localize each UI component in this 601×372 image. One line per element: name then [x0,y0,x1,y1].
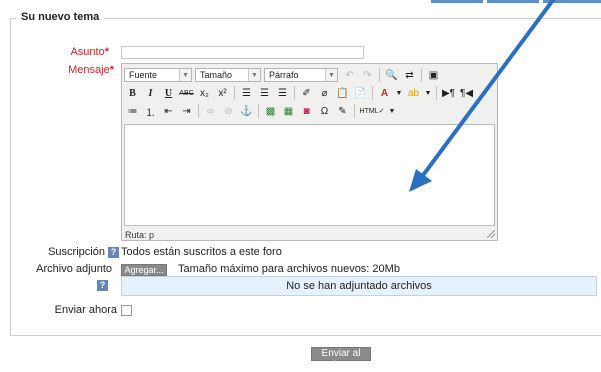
help-icon[interactable]: ? [108,246,119,258]
toolbar-row-1: Fuente ▼ Tamaño ▼ Párrafo ▼ ↶ ↷ 🔍 ⇄ ▣ [124,66,443,84]
align-center-icon[interactable]: ☰ [256,85,273,101]
post-to-forum-button[interactable]: Enviar al foro [311,347,371,371]
html-spellcheck-icon[interactable]: HTML✓ [358,103,386,119]
size-dropdown-label: Tamaño [200,70,233,80]
attached-files-box[interactable]: No se han adjuntado archivos [121,276,597,296]
attachment-help-row: ? [20,279,108,291]
special-char-icon[interactable]: Ω [316,103,333,119]
replace-icon[interactable]: ⇄ [401,67,418,83]
help-icon[interactable]: ? [97,279,108,291]
superscript-button[interactable]: x² [214,85,231,101]
subscript-button[interactable]: x₂ [196,85,213,101]
required-mark: * [109,64,114,76]
chevron-down-icon: ▼ [325,69,337,81]
toolbar-separator [372,86,373,100]
undo-icon[interactable]: ↶ [341,67,358,83]
cleanup-icon[interactable]: ✐ [298,85,315,101]
toolbar-separator [234,86,235,100]
fullscreen-icon[interactable]: ▣ [425,67,442,83]
paragraph-dropdown[interactable]: Párrafo ▼ [264,68,338,82]
rtl-icon[interactable]: ¶◀ [458,85,475,101]
underline-button[interactable]: U [160,85,177,101]
background-color-icon[interactable]: ab [405,85,422,101]
remove-format-icon[interactable]: ⌀ [316,85,333,101]
max-file-size-text: Tamaño máximo para archivos nuevos: 20Mb [178,263,400,275]
toolbar-row-2: B I U ABC x₂ x² ☰ ☰ ☰ ✐ ⌀ 📋 📄 A ▼ ab ▼ ▶… [124,84,476,102]
message-label-text: Mensaje [68,64,110,76]
bold-button[interactable]: B [124,85,141,101]
subject-label-text: Asunto [70,46,105,58]
subject-label: Asunto* [40,46,109,58]
strikethrough-button[interactable]: ABC [178,85,195,101]
add-file-button[interactable]: Agregar... [121,264,167,276]
chevron-down-icon[interactable]: ▼ [423,85,433,101]
paste-text-icon[interactable]: 📋 [334,85,351,101]
subscription-text: Todos están suscritos a este foro [121,246,282,258]
message-label: Mensaje* [40,64,114,76]
resize-grip-icon[interactable] [487,230,495,238]
top-tab[interactable] [487,0,539,3]
toolbar-separator [354,104,355,118]
toolbar-separator [198,104,199,118]
toolbar-row-3: ≔ ⒈ ⇤ ⇥ ∞ ⊘ ⚓ ▩ ▦ ◙ Ω ✎ HTML✓ ▼ [124,102,398,120]
editor-content-area[interactable] [124,124,495,226]
edit-icon[interactable]: ✎ [334,103,351,119]
size-dropdown[interactable]: Tamaño ▼ [195,68,261,82]
subscription-label: Suscripción [48,246,105,258]
italic-button[interactable]: I [142,85,159,101]
embed-icon[interactable]: ◙ [298,103,315,119]
paste-word-icon[interactable]: 📄 [352,85,369,101]
font-dropdown-label: Fuente [129,70,158,80]
send-now-checkbox[interactable] [121,305,132,316]
toolbar-separator [436,86,437,100]
toolbar-separator [421,68,422,82]
subscription-label-row: Suscripción ? [20,246,119,258]
editor-path: Ruta: p [125,230,155,240]
link-icon[interactable]: ∞ [202,103,219,119]
top-tab[interactable] [543,0,601,3]
outdent-icon[interactable]: ⇤ [160,103,177,119]
align-left-icon[interactable]: ☰ [238,85,255,101]
font-dropdown[interactable]: Fuente ▼ [124,68,192,82]
no-files-text: No se han adjuntado archivos [286,280,432,292]
anchor-icon[interactable]: ⚓ [238,103,255,119]
numbered-list-icon[interactable]: ⒈ [142,103,159,119]
find-icon[interactable]: 🔍 [383,67,400,83]
required-mark: * [104,46,109,58]
toolbar-separator [258,104,259,118]
unlink-icon[interactable]: ⊘ [220,103,237,119]
paragraph-dropdown-label: Párrafo [269,70,299,80]
attachment-label: Archivo adjunto [36,263,112,275]
align-right-icon[interactable]: ☰ [274,85,291,101]
indent-icon[interactable]: ⇥ [178,103,195,119]
top-tab[interactable] [431,0,483,3]
fieldset-legend: Su nuevo tema [16,11,105,23]
redo-icon[interactable]: ↷ [359,67,376,83]
toolbar-separator [379,68,380,82]
ltr-icon[interactable]: ▶¶ [440,85,457,101]
media-icon[interactable]: ▦ [280,103,297,119]
chevron-down-icon[interactable]: ▼ [387,103,397,119]
subject-input[interactable] [121,46,364,59]
send-now-label: Enviar ahora [54,304,117,316]
chevron-down-icon: ▼ [248,69,260,81]
chevron-down-icon: ▼ [179,69,191,81]
toolbar-separator [294,86,295,100]
bullet-list-icon[interactable]: ≔ [124,103,141,119]
text-color-icon[interactable]: A [376,85,393,101]
image-icon[interactable]: ▩ [262,103,279,119]
rich-text-editor: Fuente ▼ Tamaño ▼ Párrafo ▼ ↶ ↷ 🔍 ⇄ ▣ B … [121,63,498,241]
chevron-down-icon[interactable]: ▼ [394,85,404,101]
